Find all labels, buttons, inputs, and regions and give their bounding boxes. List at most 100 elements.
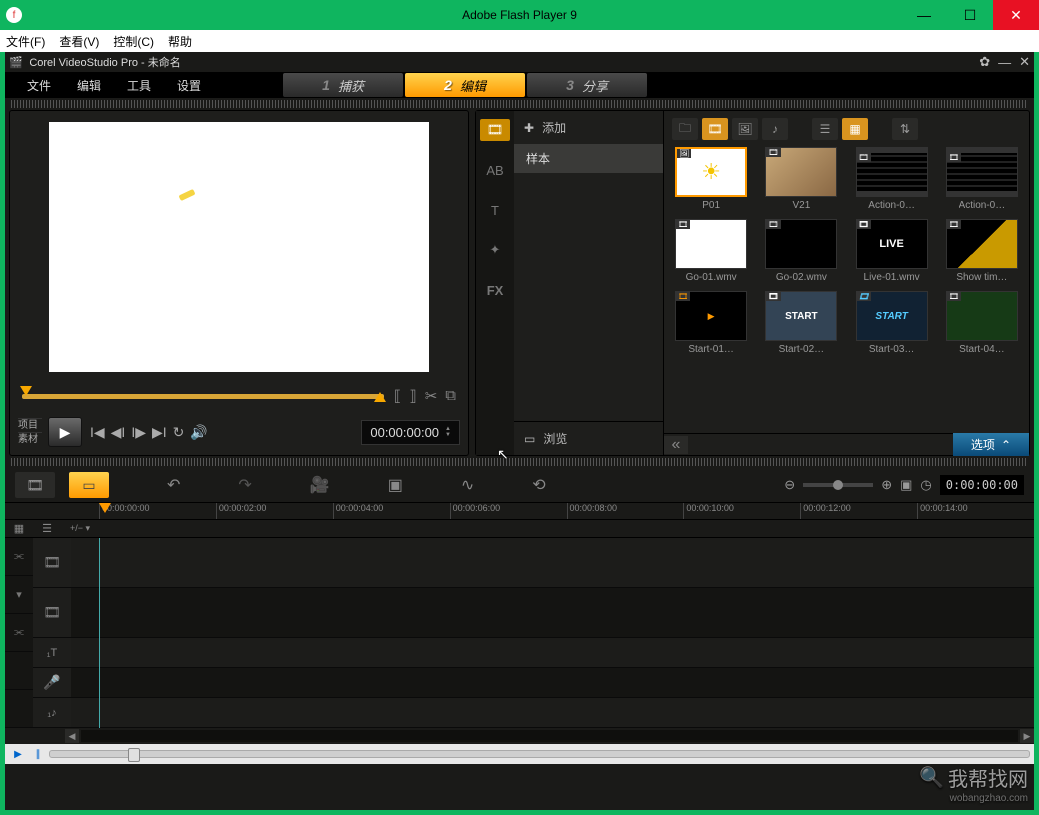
mark-out-icon[interactable]: ⟧ <box>409 387 416 405</box>
voice-lane[interactable] <box>71 668 1034 698</box>
prev-frame-button[interactable]: ◀I <box>111 424 126 441</box>
options-button[interactable]: 选项⌃ <box>953 433 1029 456</box>
libtab-title-icon[interactable]: T <box>480 199 510 221</box>
collapse-panel-icon[interactable]: « <box>664 436 688 454</box>
app-minimize-button[interactable]: — <box>994 55 1015 70</box>
filter-photo-icon[interactable]: 🖼 <box>732 118 758 140</box>
overlay-lane[interactable] <box>71 588 1034 638</box>
zoom-in-icon[interactable]: ⊕ <box>881 477 892 493</box>
step-edit[interactable]: 2编辑 <box>405 73 525 97</box>
libtab-ab-icon[interactable]: AB <box>480 159 510 181</box>
snapshot-button[interactable]: ▣ <box>388 475 403 495</box>
track-dropdown-icon[interactable]: ▾ <box>5 576 33 614</box>
libtab-media-icon[interactable]: 🎞 <box>480 119 510 141</box>
maximize-button[interactable]: ☐ <box>947 0 993 30</box>
view-list-icon[interactable]: ☰ <box>812 118 838 140</box>
zoom-out-icon[interactable]: ⊖ <box>784 477 795 493</box>
music-track-icon[interactable]: ₁♪ <box>33 698 71 728</box>
flash-menu-view[interactable]: 查看(V) <box>59 33 99 50</box>
app-settings-icon[interactable]: ✿ <box>975 54 994 70</box>
timeline-ruler[interactable]: 00:00:00:00 00:00:02:00 00:00:04:00 00:0… <box>5 502 1034 520</box>
record-button[interactable]: 🎥 <box>310 475 330 495</box>
voice-track-icon[interactable]: 🎤 <box>33 668 71 698</box>
app-close-button[interactable]: ✕ <box>1015 54 1034 70</box>
folder-icon[interactable]: 🗀 <box>672 118 698 140</box>
flash-menu-help[interactable]: 帮助 <box>168 33 192 50</box>
flash-pause-icon[interactable]: ∥ <box>29 746 47 762</box>
mark-in-icon[interactable]: ⟦ <box>394 387 401 405</box>
flash-seek-slider[interactable] <box>49 750 1030 758</box>
libtab-fx-icon[interactable]: FX <box>480 279 510 301</box>
library-browse-button[interactable]: ▭浏览 <box>514 421 663 455</box>
thumb-action0b[interactable]: 🎞Action-0… <box>941 147 1023 211</box>
menu-edit[interactable]: 编辑 <box>65 74 113 97</box>
fit-project-icon[interactable]: ▣ <box>900 477 912 493</box>
flash-menu-file[interactable]: 文件(F) <box>6 33 45 50</box>
title-track-icon[interactable]: ₁T <box>33 638 71 668</box>
scroll-left-icon[interactable]: ◀ <box>65 729 79 743</box>
next-frame-button[interactable]: I▶ <box>131 424 146 441</box>
flash-play-icon[interactable]: ▶ <box>9 746 27 762</box>
minimize-button[interactable]: — <box>901 0 947 30</box>
timeline-view-button[interactable]: ▭ <box>69 472 109 498</box>
undo-button[interactable]: ↶ <box>167 475 180 495</box>
mode-project-label[interactable]: 项目 <box>18 418 42 432</box>
video-lane[interactable] <box>71 538 1034 588</box>
volume-button[interactable]: 🔊 <box>190 424 207 441</box>
thumb-start01[interactable]: 🎞▶Start-01… <box>670 291 752 355</box>
preview-canvas[interactable] <box>49 122 429 372</box>
zoom-slider[interactable] <box>803 483 873 487</box>
audio-mix-button[interactable]: ∿ <box>461 475 474 495</box>
menu-file[interactable]: 文件 <box>15 74 63 97</box>
thumb-v21[interactable]: 🎞V21 <box>760 147 842 211</box>
expand-icon[interactable]: ⧉ <box>445 387 456 405</box>
timeline-scrollbar[interactable]: ◀ ▶ <box>5 728 1034 744</box>
flash-menu-control[interactable]: 控制(C) <box>113 33 154 50</box>
library-folder-sample[interactable]: 样本 <box>514 144 663 173</box>
close-button[interactable]: ✕ <box>993 0 1039 30</box>
view-grid-icon[interactable]: ▦ <box>842 118 868 140</box>
preview-timecode[interactable]: 00:00:00:00 ▲▼ <box>361 420 460 445</box>
thumb-start02[interactable]: 🎞STARTStart-02… <box>760 291 842 355</box>
thumb-go01[interactable]: 🎞Go-01.wmv <box>670 219 752 283</box>
thumb-start04[interactable]: 🎞Start-04… <box>941 291 1023 355</box>
thumb-p01[interactable]: 🖼P01 <box>670 147 752 211</box>
redo-button[interactable]: ↷ <box>238 475 251 495</box>
thumb-showtime[interactable]: 🎞Show tim… <box>941 219 1023 283</box>
thumb-start03[interactable]: 🎞STARTStart-03… <box>851 291 933 355</box>
track-toggle-icon[interactable]: ▦ <box>5 520 33 537</box>
go-end-button[interactable]: ▶I <box>152 424 167 441</box>
filter-audio-icon[interactable]: ♪ <box>762 118 788 140</box>
mode-clip-label[interactable]: 素材 <box>18 432 42 446</box>
trim-bar[interactable] <box>22 394 384 399</box>
music-lane[interactable] <box>71 698 1034 728</box>
storyboard-view-button[interactable]: 🎞 <box>15 472 55 498</box>
library-add-button[interactable]: ✚添加 <box>514 111 663 144</box>
scroll-right-icon[interactable]: ▶ <box>1020 729 1034 743</box>
track-lock-icon[interactable]: ⫘ <box>5 614 33 652</box>
sort-icon[interactable]: ⇅ <box>892 118 918 140</box>
cut-icon[interactable]: ✂ <box>425 387 438 405</box>
go-start-button[interactable]: I◀ <box>90 424 105 441</box>
overlay-track-icon[interactable]: 🎞 <box>33 588 71 638</box>
thumb-action0a[interactable]: 🎞Action-0… <box>851 147 933 211</box>
libtab-graphic-icon[interactable]: ✦ <box>480 239 510 261</box>
repeat-button[interactable]: ↻ <box>173 424 185 441</box>
menu-tools[interactable]: 工具 <box>115 74 163 97</box>
clock-icon[interactable]: ◷ <box>920 477 931 493</box>
panel-grip-2[interactable] <box>11 458 1028 466</box>
title-lane[interactable] <box>71 638 1034 668</box>
mark-out-handle[interactable] <box>374 392 386 402</box>
playhead-icon[interactable] <box>99 503 111 513</box>
mark-in-handle[interactable] <box>20 386 32 396</box>
playhead-line[interactable] <box>99 538 100 728</box>
timeline-timecode[interactable]: 0:00:00:00 <box>940 475 1024 495</box>
play-button[interactable]: ▶ <box>48 417 82 447</box>
track-area[interactable] <box>71 538 1034 728</box>
timecode-spinner[interactable]: ▲▼ <box>445 426 451 438</box>
filter-video-icon[interactable]: 🎞 <box>702 118 728 140</box>
video-track-icon[interactable]: 🎞 <box>33 538 71 588</box>
batch-convert-button[interactable]: ⟲ <box>532 475 545 495</box>
track-plusminus[interactable]: +/− ▾ <box>61 520 99 537</box>
step-share[interactable]: 3分享 <box>527 73 647 97</box>
